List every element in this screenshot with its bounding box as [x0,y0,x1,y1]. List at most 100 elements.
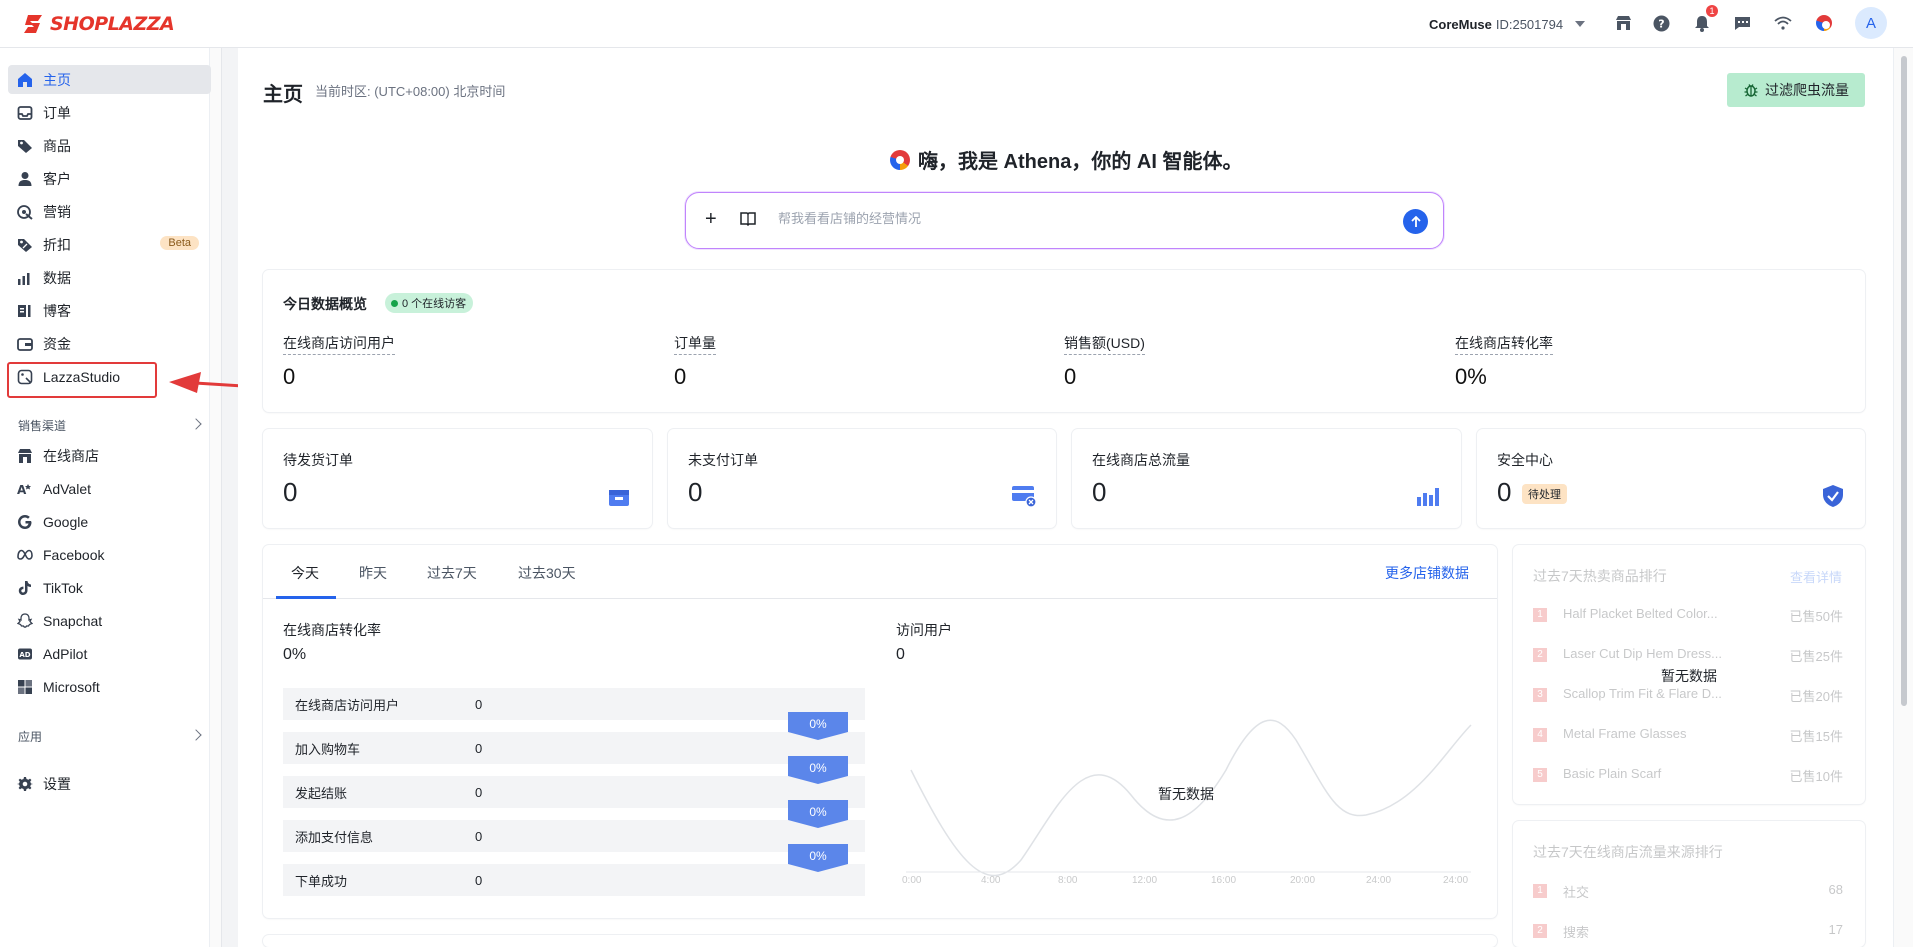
sidebar-item-marketing[interactable]: 营销 [8,197,211,226]
blog-icon [18,304,31,317]
avatar[interactable]: A [1855,7,1887,39]
kpi-card-total-traffic[interactable] [1072,429,1461,528]
kpi-label: 未支付订单 [688,452,758,468]
annotation-highlight-box [7,362,157,398]
pending-badge: 待处理 [1522,484,1567,504]
funnel-row: 下单成功 0 [283,864,865,896]
metric-label[interactable]: 在线商店转化率 [1455,333,1553,355]
visitors-value: 0 [896,646,905,663]
sidebar-item-label: 订单 [43,104,71,121]
metric-label[interactable]: 销售额(USD) [1064,333,1145,355]
athena-chat-input[interactable] [778,211,1338,226]
view-details-link[interactable]: 查看详情 [1790,567,1842,586]
sidebar-item-discounts[interactable]: 折扣 Beta [8,230,211,259]
svg-text:AD: AD [19,651,30,659]
sidebar-item-orders[interactable]: 订单 [8,98,211,127]
sidebar-item-blog[interactable]: 博客 [8,296,211,325]
book-icon[interactable] [740,211,756,226]
sidebar-item-label: 商品 [43,137,71,154]
sidebar-item-advalet[interactable]: A AdValet [8,474,211,503]
athena-icon[interactable] [1812,11,1836,35]
shoplazza-logo[interactable]: SHOPLAZZA [22,9,175,39]
send-button[interactable] [1403,209,1428,234]
funnel-step-rate: 0% [788,756,848,784]
sidebar-item-label: TikTok [43,579,83,596]
sidebar-item-settings[interactable]: 设置 [8,769,211,798]
sidebar-item-label: Microsoft [43,678,100,695]
rank-number: 4 [1533,728,1547,742]
sidebar-item-customers[interactable]: 客户 [8,164,211,193]
sidebar-item-analytics[interactable]: 数据 [8,263,211,292]
sidebar-item-products[interactable]: 商品 [8,131,211,160]
store-switcher[interactable]: CoreMuse ID:2501794 [1429,12,1586,36]
sidebar-item-google[interactable]: Google [8,507,211,536]
page-scrollbar[interactable] [1893,48,1913,947]
wifi-icon[interactable] [1771,11,1795,35]
timezone-label: 当前时区: (UTC+08:00) 北京时间 [315,84,506,99]
target-icon [17,204,33,220]
scrollbar-thumb[interactable] [1901,56,1907,706]
sidebar-item-label: AdValet [43,480,91,497]
online-visitors-label: 0 个在线访客 [402,298,467,310]
funnel-label: 发起结账 [295,785,348,801]
sidebar-item-snapchat[interactable]: Snapchat [8,606,211,635]
kpi-label: 在线商店总流量 [1092,452,1190,468]
metric-value: 0 [283,364,296,389]
bug-icon [1744,84,1758,97]
athena-greeting-text: 嗨，我是 Athena，你的 AI 智能体。 [918,151,1243,173]
sidebar-item-facebook[interactable]: Facebook [8,540,211,569]
advalet-icon: A [17,483,31,497]
store-icon[interactable] [1611,11,1635,35]
tab-today[interactable]: 今天 [291,563,319,583]
top-bar: SHOPLAZZA CoreMuse ID:2501794 ? 1 A [0,0,1913,48]
sidebar-item-microsoft[interactable]: Microsoft [8,672,211,701]
funnel-step-rate-label: 0% [809,805,827,819]
sold-count: 已售10件 [1789,769,1843,784]
wallet-icon [17,337,33,351]
message-icon[interactable] [1730,11,1754,35]
sidebar-item-online-store[interactable]: 在线商店 [8,441,211,470]
beta-badge: Beta [160,236,199,250]
help-icon[interactable]: ? [1649,11,1673,35]
x-tick-label: 24:00 [1443,875,1469,886]
sidebar-item-adpilot[interactable]: AD AdPilot [8,639,211,668]
funnel-label: 加入购物车 [295,741,361,757]
sold-count: 已售25件 [1789,649,1843,664]
sidebar-item-label: Facebook [43,546,105,563]
sidebar-item-finance[interactable]: 资金 [8,329,211,358]
traffic-bars-icon [1417,488,1439,506]
online-dot-icon [391,299,398,307]
plus-icon[interactable]: + [705,208,717,231]
funnel-step-rate: 0% [788,712,848,740]
x-tick-label: 8:00 [1058,875,1078,886]
hot-products-title: 过去7天热卖商品排行 [1533,568,1667,584]
kpi-value: 0 [283,477,298,507]
source-name: 社交 [1563,885,1590,900]
kpi-card-unpaid-orders[interactable] [668,429,1056,528]
product-rank-row: 4 Metal Frame Glasses 已售15件 [1533,726,1843,746]
metric-value: 0 [674,364,687,389]
kpi-card-pending-shipment[interactable] [263,429,652,528]
discount-tag-icon [18,238,32,252]
sidebar-item-tiktok[interactable]: TikTok [8,573,211,602]
tab-yesterday[interactable]: 昨天 [359,563,387,583]
kpi-value: 0 [1092,477,1107,507]
home-icon [18,72,32,87]
kpi-card-security-center[interactable] [1477,429,1865,528]
sidebar-item-home[interactable]: 主页 [8,65,211,94]
person-icon [18,171,32,186]
sidebar-item-label: 折扣 [43,236,71,253]
filter-bot-traffic-button[interactable]: 过滤爬虫流量 [1727,73,1865,107]
sidebar-item-label: 数据 [43,269,71,286]
tab-last-30-days[interactable]: 过去30天 [518,563,576,583]
tab-last-7-days[interactable]: 过去7天 [427,563,477,583]
sidebar-item-label: 博客 [43,302,71,319]
logo-text: SHOPLAZZA [50,13,175,35]
rank-number: 1 [1533,608,1547,622]
metric-label[interactable]: 订单量 [674,333,716,355]
no-data-label: 暂无数据 [1661,668,1717,684]
filter-button-label: 过滤爬虫流量 [1765,82,1849,98]
bell-icon[interactable]: 1 [1690,5,1718,35]
metric-label[interactable]: 在线商店访问用户 [283,333,395,355]
more-store-data-link[interactable]: 更多店铺数据 [1385,563,1469,583]
